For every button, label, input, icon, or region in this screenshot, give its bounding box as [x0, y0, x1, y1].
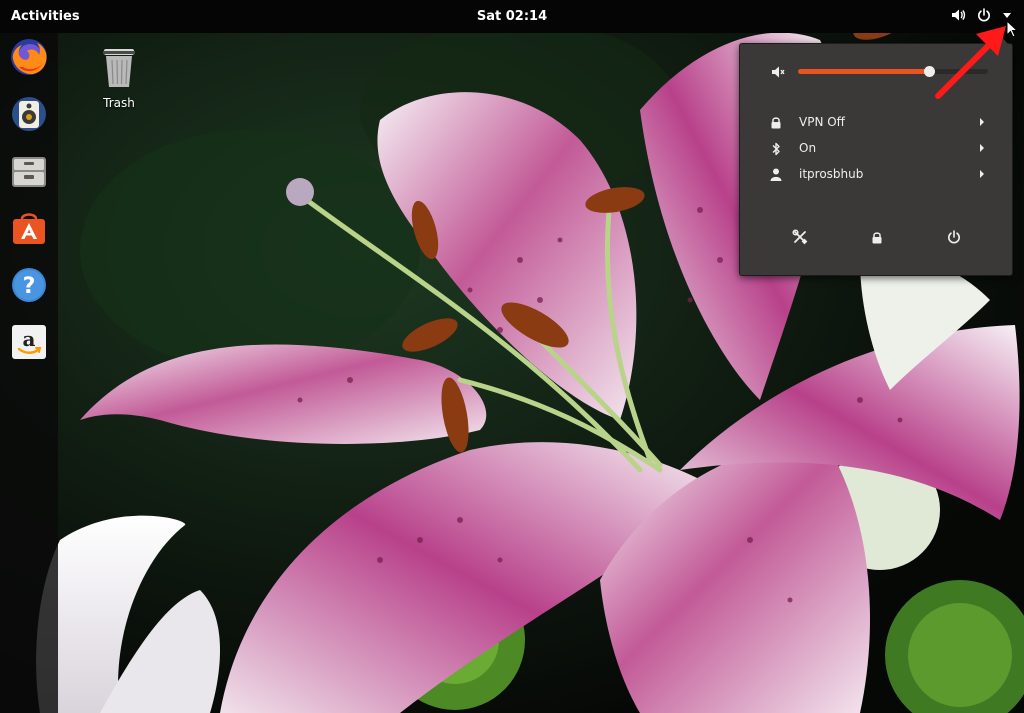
user-menu-item[interactable]: itprosbhub [740, 162, 1012, 186]
svg-text:a: a [23, 327, 36, 351]
trash-label: Trash [103, 96, 135, 110]
power-off-button[interactable] [940, 224, 968, 250]
trash-icon [103, 49, 135, 87]
settings-icon [792, 229, 808, 245]
dock-item-files[interactable] [7, 149, 51, 193]
lock-button[interactable] [863, 224, 891, 250]
desktop-trash[interactable]: Trash [94, 46, 144, 110]
dock: ? a [0, 33, 58, 713]
clock-button[interactable]: Sat 02:14 [477, 9, 547, 24]
clock-area: Sat 02:14 [0, 9, 1024, 24]
dock-item-help[interactable]: ? [7, 263, 51, 307]
annotation-arrow-icon [935, 26, 1006, 99]
user-label: itprosbhub [799, 167, 864, 181]
lock-icon [872, 231, 882, 243]
chevron-right-icon [980, 144, 984, 152]
rhythmbox-icon [12, 97, 46, 131]
firefox-icon [11, 39, 47, 75]
volume-slider-fill [798, 69, 930, 74]
vpn-label: VPN Off [799, 115, 845, 129]
system-action-buttons [740, 222, 1012, 252]
bluetooth-label: On [799, 141, 817, 155]
dock-item-software[interactable] [7, 206, 51, 250]
power-icon [948, 230, 960, 244]
top-bar: Activities Sat 02:14 [0, 0, 1024, 33]
mouse-pointer-icon [1006, 20, 1018, 38]
files-icon [12, 157, 46, 187]
bluetooth-icon [772, 142, 780, 156]
software-store-icon [13, 213, 45, 244]
dock-item-amazon[interactable]: a [7, 320, 51, 364]
vpn-menu-item[interactable]: VPN Off [740, 110, 1012, 134]
bluetooth-menu-item[interactable]: On [740, 136, 1012, 160]
user-icon [770, 168, 782, 181]
settings-button[interactable] [786, 224, 814, 250]
dock-item-rhythmbox[interactable] [7, 92, 51, 136]
dock-item-firefox[interactable] [7, 35, 51, 79]
svg-text:?: ? [23, 274, 36, 299]
help-icon: ? [12, 268, 46, 302]
chevron-right-icon [980, 170, 984, 178]
chevron-right-icon [980, 118, 984, 126]
amazon-icon: a [12, 325, 46, 359]
speaker-muted-icon [770, 64, 786, 83]
vpn-lock-icon [771, 117, 781, 129]
